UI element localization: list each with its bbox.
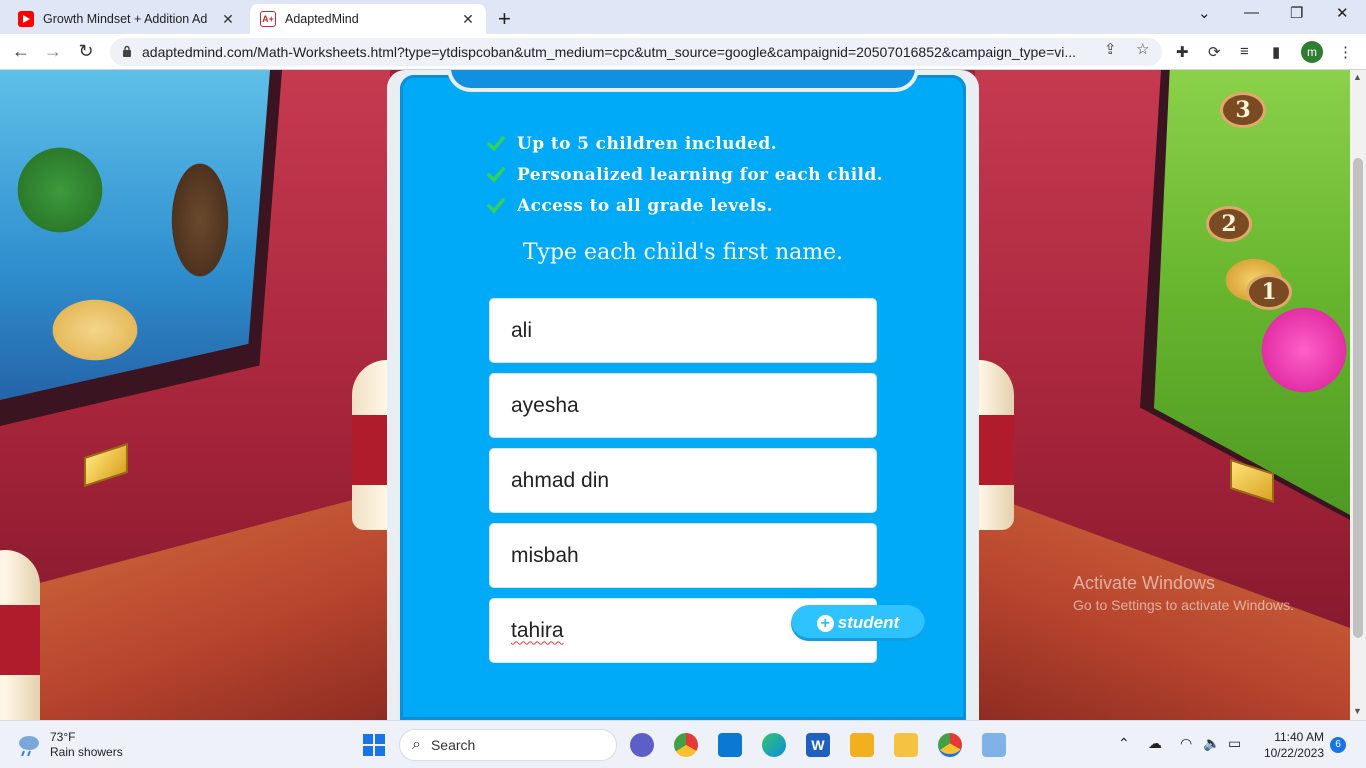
panel-header-tab: [447, 70, 919, 92]
vase-corner: [0, 550, 40, 720]
forward-arrow-icon[interactable]: →: [42, 40, 64, 62]
chrome-active-icon[interactable]: [938, 733, 962, 757]
power-bi-icon[interactable]: [850, 733, 874, 757]
new-tab-button[interactable]: +: [498, 6, 511, 32]
onedrive-icon[interactable]: ☁: [1148, 735, 1162, 752]
windows-start-icon[interactable]: [362, 733, 386, 757]
map-level-3: 3: [1220, 92, 1266, 128]
tab-title: AdaptedMind: [285, 12, 359, 26]
input-value: ali: [511, 318, 533, 342]
maximize-button[interactable]: ❐: [1290, 4, 1303, 22]
file-explorer-icon[interactable]: [894, 733, 918, 757]
taskbar-search-box[interactable]: ⌕ Search: [399, 729, 617, 761]
menu-kebab-icon[interactable]: ⋮: [1338, 43, 1353, 61]
windows-taskbar: 73°F Rain showers ⌕ Search W ⌃ ☁ ◠ 🔈 ▭ 1…: [0, 720, 1366, 768]
clock-date: 10/22/2023: [1263, 746, 1324, 760]
word-icon[interactable]: W: [806, 733, 830, 757]
minimize-button[interactable]: —: [1244, 4, 1259, 21]
close-tab-icon[interactable]: ✕: [220, 11, 236, 28]
tab-title: Growth Mindset + Addition Ad: [43, 12, 208, 26]
vscode-icon[interactable]: [718, 733, 742, 757]
side-panel-icon[interactable]: ▮: [1272, 43, 1280, 61]
lock-icon[interactable]: [122, 45, 132, 57]
tab-strip: Growth Mindset + Addition Ad ✕ A+ Adapte…: [0, 0, 1366, 34]
scroll-thumb[interactable]: [1353, 158, 1363, 638]
name-prompt-heading: Type each child's first name.: [522, 240, 844, 265]
scroll-down-arrow-icon[interactable]: ▼: [1353, 706, 1362, 716]
watermark-title: Activate Windows: [1073, 573, 1216, 593]
checkmark-icon: [487, 167, 505, 183]
watermark-subtitle: Go to Settings to activate Windows.: [1073, 597, 1294, 613]
weather-temperature: 73°F: [50, 730, 76, 744]
map-level-1: 1: [1246, 274, 1292, 310]
rain-cloud-icon: [19, 736, 39, 757]
checkmark-icon: [487, 136, 505, 152]
youtube-icon: [18, 11, 34, 27]
tab-adaptedmind[interactable]: A+ AdaptedMind ✕: [250, 4, 486, 34]
search-label: Search: [430, 737, 476, 753]
map-level-2: 2: [1206, 206, 1252, 242]
add-student-label: student: [837, 613, 900, 632]
back-arrow-icon[interactable]: ←: [10, 40, 32, 62]
child-name-input-2[interactable]: ayesha: [489, 373, 877, 438]
activate-windows-watermark: Activate Windows Go to Settings to activ…: [1073, 573, 1294, 613]
feature-item: Up to 5 children included.: [487, 132, 777, 156]
feature-item: Access to all grade levels.: [487, 194, 773, 218]
extensions-icon[interactable]: ✚: [1176, 43, 1189, 61]
page-viewport: 3 2 1 Up to 5 children included. Persona…: [0, 70, 1350, 720]
profile-avatar[interactable]: m: [1301, 41, 1323, 63]
wifi-icon[interactable]: ◠: [1180, 735, 1192, 752]
url-field[interactable]: adaptedmind.com/Math-Worksheets.html?typ…: [110, 38, 1162, 66]
input-value: tahira: [511, 618, 564, 642]
show-hidden-icons-chevron-icon[interactable]: ⌃: [1118, 735, 1130, 752]
media-control-icon[interactable]: ≡: [1240, 43, 1249, 60]
feature-item: Personalized learning for each child.: [487, 163, 883, 187]
input-value: ahmad din: [511, 468, 610, 492]
feature-text: Access to all grade levels.: [517, 196, 773, 216]
share-icon[interactable]: ⇪: [1104, 40, 1117, 58]
teams-chat-icon[interactable]: [630, 733, 654, 757]
tab-search-icon[interactable]: ⌄: [1198, 4, 1211, 22]
tab-growth-mindset[interactable]: Growth Mindset + Addition Ad ✕: [8, 4, 246, 34]
close-window-button[interactable]: ✕: [1336, 4, 1349, 22]
url-text: adaptedmind.com/Math-Worksheets.html?typ…: [142, 44, 1077, 60]
weather-description: Rain showers: [50, 745, 123, 759]
feature-text: Up to 5 children included.: [517, 134, 777, 154]
input-value: misbah: [511, 543, 579, 567]
system-clock[interactable]: 11:40 AM 10/22/2023: [1256, 729, 1324, 761]
feature-text: Personalized learning for each child.: [517, 165, 884, 185]
input-value: ayesha: [511, 393, 579, 417]
page-scrollbar[interactable]: ▲ ▼: [1350, 70, 1366, 720]
close-tab-icon[interactable]: ✕: [460, 11, 476, 28]
chrome-icon[interactable]: [674, 733, 698, 757]
weather-widget[interactable]: 73°F Rain showers: [16, 730, 123, 760]
island-map-art: [0, 70, 270, 400]
search-icon: ⌕: [412, 736, 421, 753]
child-name-input-4[interactable]: misbah: [489, 523, 877, 588]
volume-icon[interactable]: 🔈: [1203, 735, 1220, 752]
clock-time: 11:40 AM: [1274, 730, 1324, 744]
remote-desktop-icon[interactable]: [982, 733, 1006, 757]
edge-icon[interactable]: [762, 733, 786, 757]
child-name-input-3[interactable]: ahmad din: [489, 448, 877, 513]
bookmark-star-icon[interactable]: ☆: [1136, 40, 1149, 58]
battery-icon[interactable]: ▭: [1228, 735, 1241, 752]
notification-badge[interactable]: 6: [1330, 737, 1346, 753]
add-student-button[interactable]: + student: [791, 605, 925, 641]
adaptedmind-icon: A+: [260, 11, 276, 27]
checkmark-icon: [487, 198, 505, 214]
child-name-input-1[interactable]: ali: [489, 298, 877, 363]
reload-icon[interactable]: ↻: [75, 40, 97, 62]
address-bar-row: ← → ↻ adaptedmind.com/Math-Worksheets.ht…: [0, 34, 1366, 70]
plus-icon: +: [816, 614, 834, 632]
performance-icon[interactable]: ⟳: [1208, 43, 1221, 61]
scroll-up-arrow-icon[interactable]: ▲: [1353, 72, 1362, 82]
